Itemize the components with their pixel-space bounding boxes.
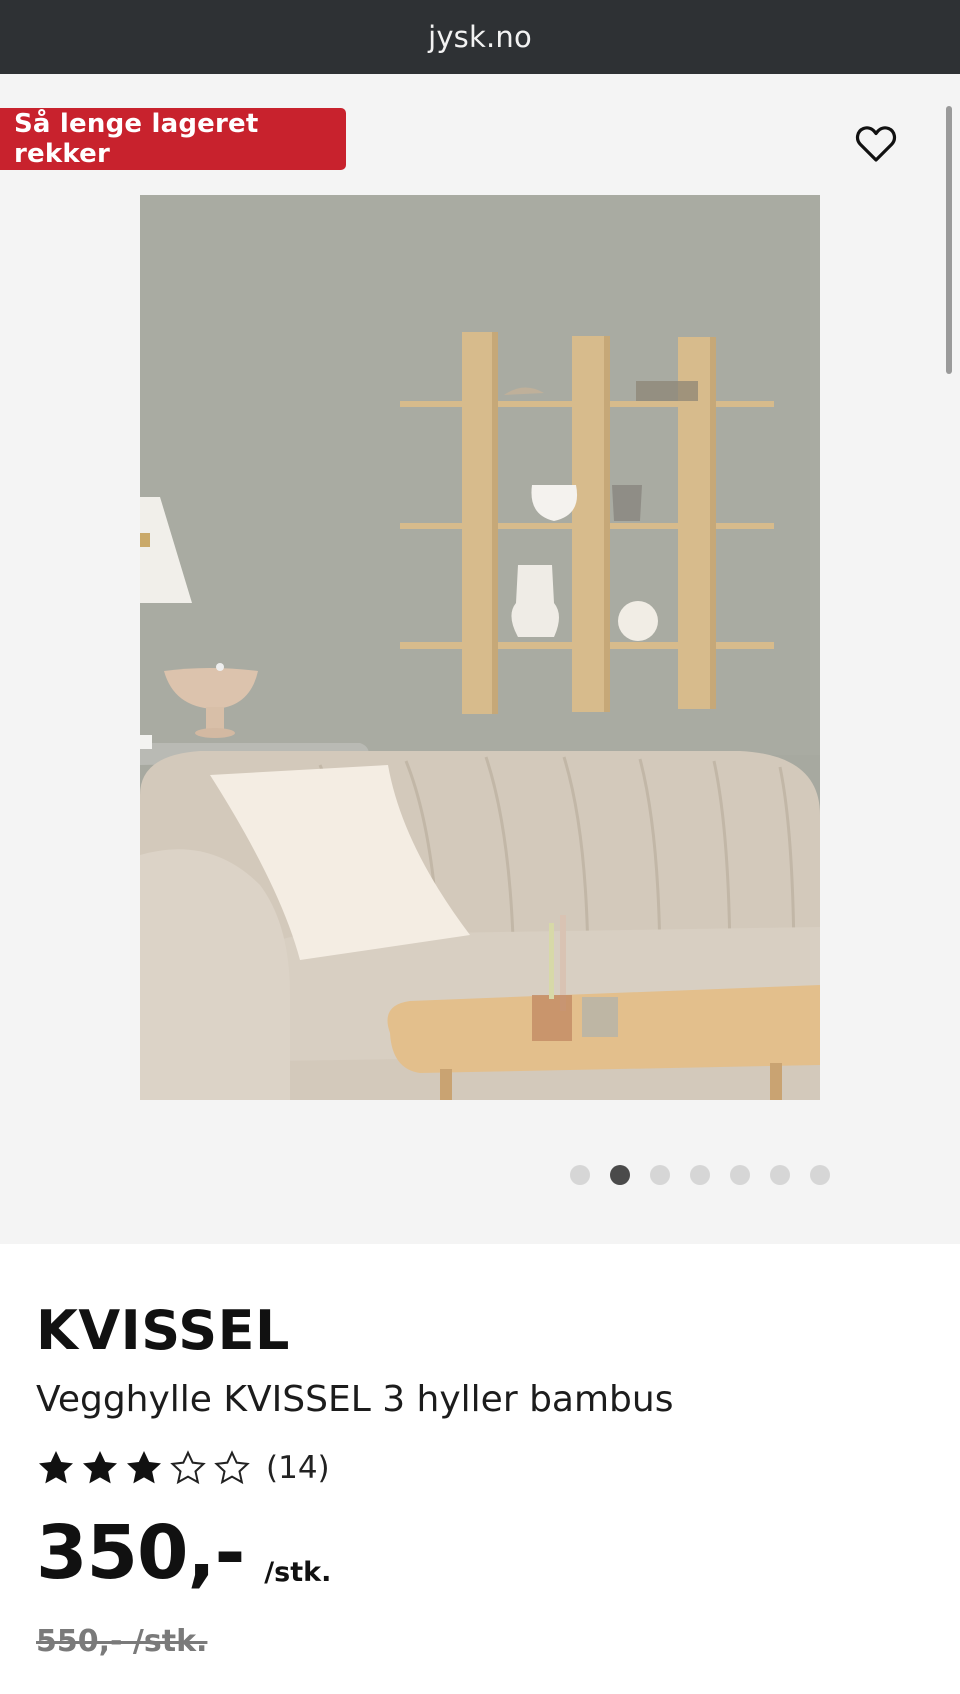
star-empty-icon: [214, 1450, 250, 1485]
product-brand: KVISSEL: [36, 1299, 290, 1362]
gallery-dot-active[interactable]: [610, 1165, 630, 1185]
scrollbar[interactable]: [946, 106, 952, 374]
url-text: jysk.no: [428, 20, 532, 54]
browser-address-bar[interactable]: jysk.no: [0, 0, 960, 74]
gallery-dot[interactable]: [690, 1165, 710, 1185]
old-price: 550,- /stk.: [36, 1624, 208, 1659]
gallery-dot[interactable]: [730, 1165, 750, 1185]
star-filled-icon: [39, 1451, 73, 1484]
heart-outline-icon: [855, 126, 897, 162]
promo-badge: Så lenge lageret rekker: [0, 108, 346, 170]
product-name: Vegghylle KVISSEL 3 hyller bambus: [36, 1379, 674, 1420]
product-rating[interactable]: (14): [36, 1448, 330, 1488]
product-info: KVISSEL Vegghylle KVISSEL 3 hyller bambu…: [0, 1244, 960, 1694]
star-empty-icon: [170, 1450, 206, 1485]
gallery-dot[interactable]: [570, 1165, 590, 1185]
gallery-dot[interactable]: [770, 1165, 790, 1185]
gallery-dot[interactable]: [810, 1165, 830, 1185]
star-filled-icon: [127, 1451, 161, 1484]
product-photo[interactable]: [140, 195, 820, 1100]
price-row: 350,- /stk.: [36, 1516, 331, 1590]
product-photo-illustration: [140, 195, 820, 1100]
gallery-dot[interactable]: [650, 1165, 670, 1185]
product-image-gallery[interactable]: Så lenge lageret rekker: [0, 74, 960, 1244]
promo-badge-label: Så lenge lageret rekker: [14, 109, 259, 169]
review-count: (14): [266, 1450, 330, 1486]
favorite-button[interactable]: [852, 120, 900, 168]
price-unit: /stk.: [264, 1557, 332, 1588]
star-filled-icon: [83, 1451, 117, 1484]
current-price: 350,-: [36, 1510, 245, 1596]
gallery-pagination: [570, 1164, 830, 1186]
